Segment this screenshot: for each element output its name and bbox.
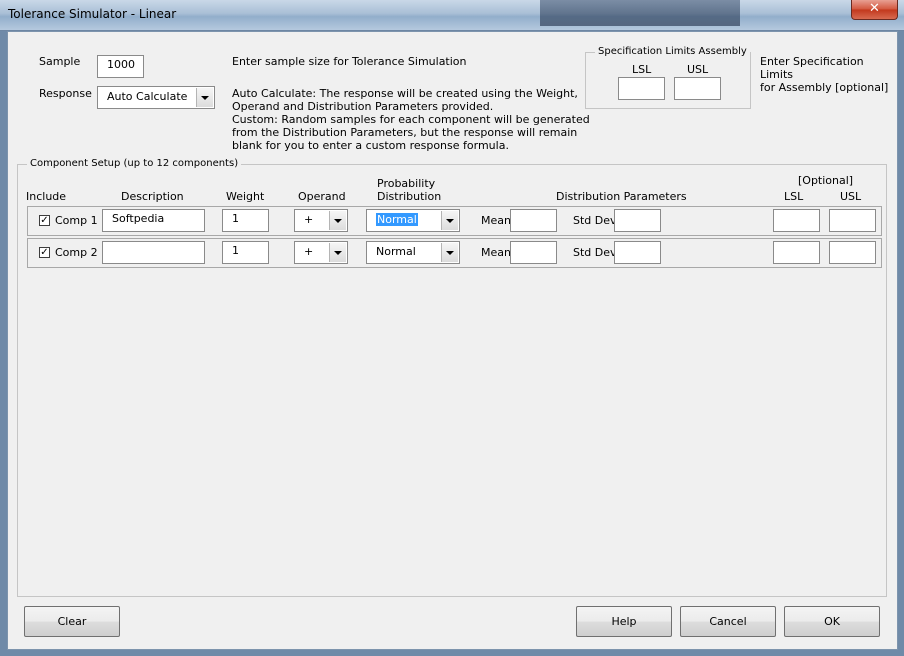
mean-label: Mean — [481, 246, 511, 259]
response-desc-line: Auto Calculate: The response will be cre… — [232, 87, 578, 100]
stddev-label: Std Dev — [573, 214, 617, 227]
spec-limits-group — [585, 52, 751, 109]
spec-limits-title: Specification Limits Assembly — [595, 46, 750, 57]
window-title: Tolerance Simulator - Linear — [8, 7, 177, 21]
distribution-value: Normal — [376, 213, 418, 226]
sample-input[interactable]: 1000 — [97, 55, 144, 78]
description-input[interactable]: Softpedia — [102, 209, 205, 232]
chevron-down-icon[interactable] — [329, 243, 346, 262]
clear-button[interactable]: Clear — [24, 606, 120, 637]
distribution-value: Normal — [376, 245, 416, 258]
spec-usl-label: USL — [687, 63, 709, 76]
component-name: Comp 2 — [55, 246, 98, 259]
distribution-dropdown[interactable]: Normal — [366, 209, 460, 232]
component-row: ✓ Comp 2 1 + Normal Mean Std Dev — [27, 238, 882, 268]
stddev-label: Std Dev — [573, 246, 617, 259]
dialog-body: Sample 1000 Enter sample size for Tolera… — [7, 31, 898, 650]
sample-label: Sample — [39, 55, 81, 68]
response-description: Auto Calculate: The response will be cre… — [232, 87, 590, 152]
chevron-down-icon[interactable] — [329, 211, 346, 230]
response-dropdown[interactable]: Auto Calculate — [97, 86, 215, 109]
chevron-down-icon[interactable] — [441, 211, 458, 230]
chevron-down-icon[interactable] — [196, 88, 213, 107]
lsl-input[interactable] — [773, 241, 820, 264]
stddev-input[interactable] — [614, 209, 661, 232]
mean-label: Mean — [481, 214, 511, 227]
lsl-input[interactable] — [773, 209, 820, 232]
component-name: Comp 1 — [55, 214, 98, 227]
spec-usl-input[interactable] — [674, 77, 721, 100]
header-optional: [Optional] — [798, 174, 854, 187]
ok-button[interactable]: OK — [784, 606, 880, 637]
include-checkbox[interactable]: ✓ — [39, 247, 50, 258]
usl-input[interactable] — [829, 241, 876, 264]
component-row: ✓ Comp 1 Softpedia 1 + Normal Mean Std D… — [27, 206, 882, 236]
header-operand: Operand — [298, 190, 346, 203]
response-value: Auto Calculate — [107, 90, 188, 103]
distribution-dropdown[interactable]: Normal — [366, 241, 460, 264]
header-distribution: Distribution — [377, 190, 442, 203]
sample-hint: Enter sample size for Tolerance Simulati… — [232, 55, 467, 68]
mean-input[interactable] — [510, 209, 557, 232]
include-checkbox[interactable]: ✓ — [39, 215, 50, 226]
response-desc-line: Custom: Random samples for each componen… — [232, 113, 590, 126]
operand-dropdown[interactable]: + — [294, 209, 348, 232]
mean-input[interactable] — [510, 241, 557, 264]
response-desc-line: blank for you to enter a custom response… — [232, 139, 509, 152]
description-input[interactable] — [102, 241, 205, 264]
header-lsl: LSL — [784, 190, 804, 203]
weight-input[interactable]: 1 — [222, 241, 269, 264]
title-bar-watermark — [540, 0, 740, 26]
operand-value: + — [304, 245, 314, 258]
response-desc-line: from the Distribution Parameters, but th… — [232, 126, 578, 139]
response-desc-line: Operand and Distribution Parameters prov… — [232, 100, 494, 113]
chevron-down-icon[interactable] — [441, 243, 458, 262]
close-button[interactable]: ✕ — [851, 0, 898, 20]
spec-lsl-label: LSL — [632, 63, 652, 76]
spec-lsl-input[interactable] — [618, 77, 665, 100]
title-bar: Tolerance Simulator - Linear ✕ — [0, 0, 904, 31]
usl-input[interactable] — [829, 209, 876, 232]
help-button[interactable]: Help — [576, 606, 672, 637]
header-weight: Weight — [226, 190, 265, 203]
weight-input[interactable]: 1 — [222, 209, 269, 232]
spec-hint-line: Enter Specification Limits — [760, 55, 864, 81]
header-include: Include — [26, 190, 67, 203]
spec-limits-hint: Enter Specification Limits for Assembly … — [760, 55, 897, 94]
header-usl: USL — [840, 190, 862, 203]
header-probability: Probability — [377, 177, 436, 190]
response-label: Response — [39, 87, 92, 100]
component-setup-title: Component Setup (up to 12 components) — [27, 158, 242, 169]
cancel-button[interactable]: Cancel — [680, 606, 776, 637]
stddev-input[interactable] — [614, 241, 661, 264]
spec-hint-line: for Assembly [optional] — [760, 81, 889, 94]
header-distribution-parameters: Distribution Parameters — [556, 190, 687, 203]
header-description: Description — [121, 190, 184, 203]
operand-dropdown[interactable]: + — [294, 241, 348, 264]
operand-value: + — [304, 213, 314, 226]
